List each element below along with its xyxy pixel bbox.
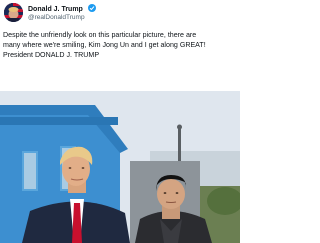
tweet-line: many where we're smiling, Kim Jong Un an… <box>3 41 206 49</box>
tweet-header: Donald J. Trump @realDonaldTrump <box>4 3 236 23</box>
verified-badge-icon <box>87 4 96 12</box>
tweet-line: Despite the unfriendly look on this part… <box>3 31 197 39</box>
tweet-text: Despite the unfriendly look on this part… <box>3 30 238 60</box>
display-name[interactable]: Donald J. Trump <box>28 6 83 13</box>
avatar[interactable] <box>4 3 23 22</box>
tweet-line: President DONALD J. TRUMP <box>3 51 100 59</box>
tweet-photo[interactable] <box>0 91 240 243</box>
photo-scene <box>0 91 240 243</box>
user-handle[interactable]: @realDonaldTrump <box>28 14 85 21</box>
display-name-row: Donald J. Trump <box>28 4 96 13</box>
avatar-flag-image <box>4 3 23 22</box>
